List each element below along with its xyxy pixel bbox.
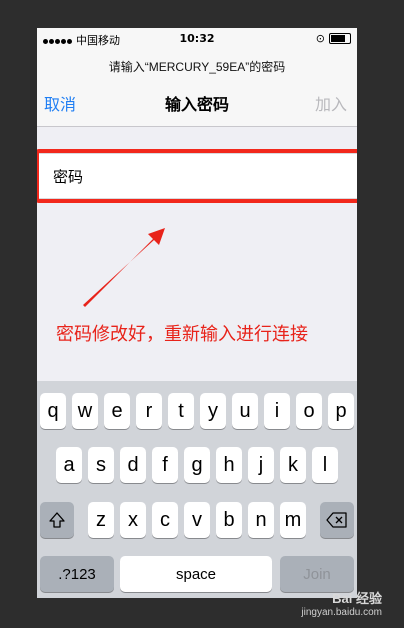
key-h[interactable]: h — [216, 447, 242, 483]
key-k[interactable]: k — [280, 447, 306, 483]
key-j[interactable]: j — [248, 447, 274, 483]
key-m[interactable]: m — [280, 502, 306, 538]
shift-arrow-icon — [49, 512, 65, 528]
key-n[interactable]: n — [248, 502, 274, 538]
annotation-arrow-icon — [83, 228, 165, 307]
key-e[interactable]: e — [104, 393, 130, 429]
key-y[interactable]: y — [200, 393, 226, 429]
backspace-icon — [326, 512, 347, 528]
key-o[interactable]: o — [296, 393, 322, 429]
password-prompt: 请输入“MERCURY_59EA”的密码 — [108, 60, 286, 74]
status-right: ⊙ — [316, 32, 351, 45]
numbers-key[interactable]: .?123 — [40, 556, 114, 592]
baidu-logo: Bai 经验 — [332, 591, 382, 606]
key-v[interactable]: v — [184, 502, 210, 538]
key-l[interactable]: l — [312, 447, 338, 483]
password-row — [37, 153, 357, 199]
key-b[interactable]: b — [216, 502, 242, 538]
lock-rotation-icon: ⊙ — [315, 32, 325, 45]
battery-icon — [329, 33, 351, 44]
watermark: Bai 经验 jingyan.baidu.com — [301, 588, 382, 618]
password-input[interactable] — [51, 164, 345, 190]
navigation-bar: 请输入“MERCURY_59EA”的密码 取消 输入密码 加入 — [37, 48, 357, 127]
key-p[interactable]: p — [328, 393, 354, 429]
key-t[interactable]: t — [168, 393, 194, 429]
key-i[interactable]: i — [264, 393, 290, 429]
keyboard: q w e r t y u i o p a s d f g h j k l z … — [37, 381, 357, 598]
annotation-text: 密码修改好，重新输入进行连接 — [56, 324, 308, 345]
key-d[interactable]: d — [120, 447, 146, 483]
delete-key[interactable] — [320, 502, 354, 538]
key-s[interactable]: s — [88, 447, 114, 483]
key-r[interactable]: r — [136, 393, 162, 429]
key-w[interactable]: w — [72, 393, 98, 429]
join-key[interactable]: Join — [280, 556, 354, 592]
join-button[interactable]: 加入 — [315, 91, 347, 115]
key-a[interactable]: a — [56, 447, 82, 483]
key-x[interactable]: x — [120, 502, 146, 538]
page-title: 输入密码 — [164, 95, 229, 114]
status-time: 10:32 — [179, 32, 215, 45]
key-u[interactable]: u — [232, 393, 258, 429]
key-q[interactable]: q — [40, 393, 66, 429]
shift-key[interactable] — [40, 502, 74, 538]
key-g[interactable]: g — [184, 447, 210, 483]
space-key[interactable]: space — [120, 556, 272, 592]
phone-screen: 中国移动 10:32 ⊙ 请输入“MERCURY_59EA”的密码 取消 输入密… — [37, 28, 357, 598]
key-f[interactable]: f — [152, 447, 178, 483]
key-c[interactable]: c — [152, 502, 178, 538]
key-z[interactable]: z — [88, 502, 114, 538]
watermark-url: jingyan.baidu.com — [301, 607, 382, 618]
status-bar: 中国移动 10:32 ⊙ — [37, 28, 357, 48]
